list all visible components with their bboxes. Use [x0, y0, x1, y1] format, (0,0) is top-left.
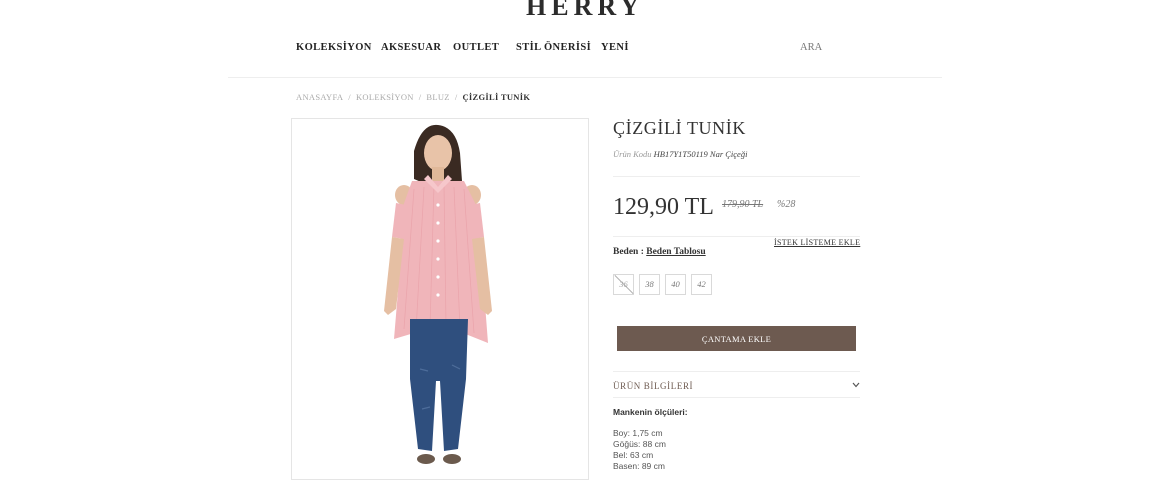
model-measurements-list: Boy: 1,75 cm Göğüs: 88 cm Bel: 63 cm Bas… — [613, 428, 666, 472]
add-to-bag-button[interactable]: ÇANTAMA EKLE — [617, 326, 856, 351]
product-image[interactable] — [291, 118, 589, 480]
chevron-down-icon — [852, 380, 860, 390]
size-option-36[interactable]: 36 — [613, 274, 634, 295]
product-code: Ürün Kodu HB17Y1T50119 Nar Çiçeği — [613, 149, 747, 159]
product-info-label: ÜRÜN BİLGİLERİ — [613, 381, 694, 391]
header-divider — [228, 77, 942, 78]
product-photo-illustration — [384, 124, 492, 464]
nav-item-yeni[interactable]: YENİ — [601, 42, 629, 53]
product-price: 129,90 TL — [613, 194, 714, 220]
product-code-label: Ürün Kodu — [613, 149, 652, 159]
section-divider — [613, 397, 860, 398]
model-measurements-title: Mankenin ölçüleri: — [613, 407, 688, 417]
measurement-item: Göğüs: 88 cm — [613, 439, 666, 449]
breadcrumb-koleksiyon[interactable]: KOLEKSİYON — [356, 92, 414, 102]
product-info-accordion[interactable]: ÜRÜN BİLGİLERİ — [613, 381, 860, 391]
discount-rate: %28 — [777, 199, 796, 210]
nav-item-stil-onerisi[interactable]: STİL ÖNERİSİ — [516, 42, 591, 53]
breadcrumb-separator: / — [454, 92, 458, 102]
breadcrumb-current: ÇİZGİLİ TUNİK — [462, 92, 531, 102]
search-link[interactable]: ARA — [800, 42, 822, 53]
nav-item-koleksiyon[interactable]: KOLEKSİYON — [296, 42, 372, 53]
breadcrumb-separator: / — [348, 92, 351, 102]
brand-logo[interactable]: HERRY — [0, 0, 1170, 22]
measurement-item: Basen: 89 cm — [613, 461, 665, 471]
breadcrumb-home[interactable]: ANASAYFA — [296, 92, 343, 102]
size-label-text: Beden : — [613, 247, 644, 257]
product-code-value: HB17Y1T50119 Nar Çiçeği — [653, 149, 748, 159]
breadcrumb-separator: / — [418, 92, 422, 102]
measurement-item: Bel: 63 cm — [613, 450, 654, 460]
breadcrumb-bluz[interactable]: BLUZ — [426, 92, 449, 102]
size-option-42[interactable]: 42 — [691, 274, 712, 295]
measurement-item: Boy: 1,75 cm — [613, 428, 663, 438]
old-price: 179,90 TL — [722, 199, 764, 210]
size-label: Beden : Beden Tablosu — [613, 247, 706, 257]
section-divider — [613, 236, 860, 237]
nav-item-outlet[interactable]: OUTLET — [453, 42, 499, 53]
product-title: ÇİZGİLİ TUNİK — [613, 118, 746, 138]
add-to-wishlist-link[interactable]: İSTEK LİSTEME EKLE — [774, 238, 860, 247]
breadcrumb: ANASAYFA / KOLEKSİYON / BLUZ / ÇİZGİLİ TUNİK — [296, 92, 530, 102]
nav-item-aksesuar[interactable]: AKSESUAR — [381, 42, 441, 53]
size-option-38[interactable]: 38 — [639, 274, 660, 295]
size-option-40[interactable]: 40 — [665, 274, 686, 295]
section-divider — [613, 176, 860, 177]
section-divider — [613, 371, 860, 372]
size-table-link[interactable]: Beden Tablosu — [646, 247, 705, 257]
